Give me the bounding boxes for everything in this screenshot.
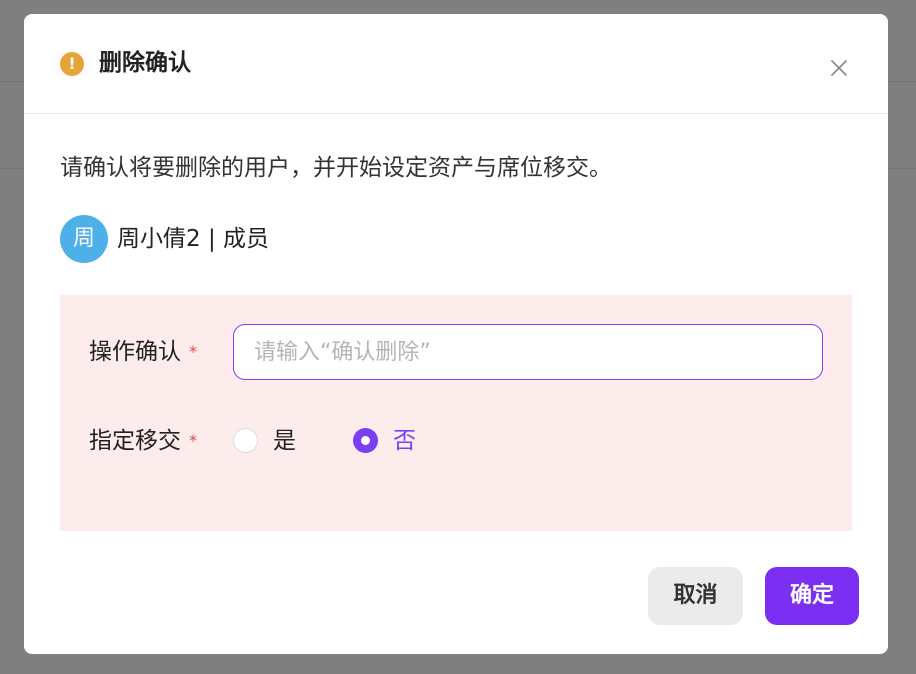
confirm-button[interactable]: 确定 — [765, 567, 859, 625]
confirm-delete-input[interactable] — [233, 324, 823, 380]
dialog-header: ! 删除确认 — [24, 14, 888, 114]
user-name-role: 周小倩2 | 成员 — [117, 226, 270, 252]
radio-unchecked-icon[interactable] — [233, 428, 258, 453]
avatar: 周 — [60, 215, 108, 263]
radio-checked-icon[interactable] — [353, 428, 378, 453]
close-button[interactable] — [827, 56, 851, 80]
required-mark: * — [189, 431, 197, 450]
confirm-label-text: 操作确认 — [89, 339, 181, 365]
transfer-label-text: 指定移交 — [89, 428, 181, 454]
dialog-description: 请确认将要删除的用户，并开始设定资产与席位移交。 — [60, 155, 612, 181]
confirm-form-panel: 操作确认 * 指定移交 * 是 否 — [60, 295, 852, 531]
dialog-title: 删除确认 — [99, 50, 191, 76]
radio-label-yes: 是 — [273, 428, 296, 454]
confirm-field-label: 操作确认 * — [89, 336, 197, 368]
transfer-field-label: 指定移交 * — [89, 425, 197, 457]
close-icon — [831, 60, 847, 76]
exclamation-circle-icon: ! — [60, 52, 84, 76]
cancel-button[interactable]: 取消 — [648, 567, 743, 625]
radio-label-no: 否 — [393, 428, 416, 454]
delete-confirm-dialog: ! 删除确认 请确认将要删除的用户，并开始设定资产与席位移交。 周 周小倩2 |… — [24, 14, 888, 654]
required-mark: * — [189, 342, 197, 361]
